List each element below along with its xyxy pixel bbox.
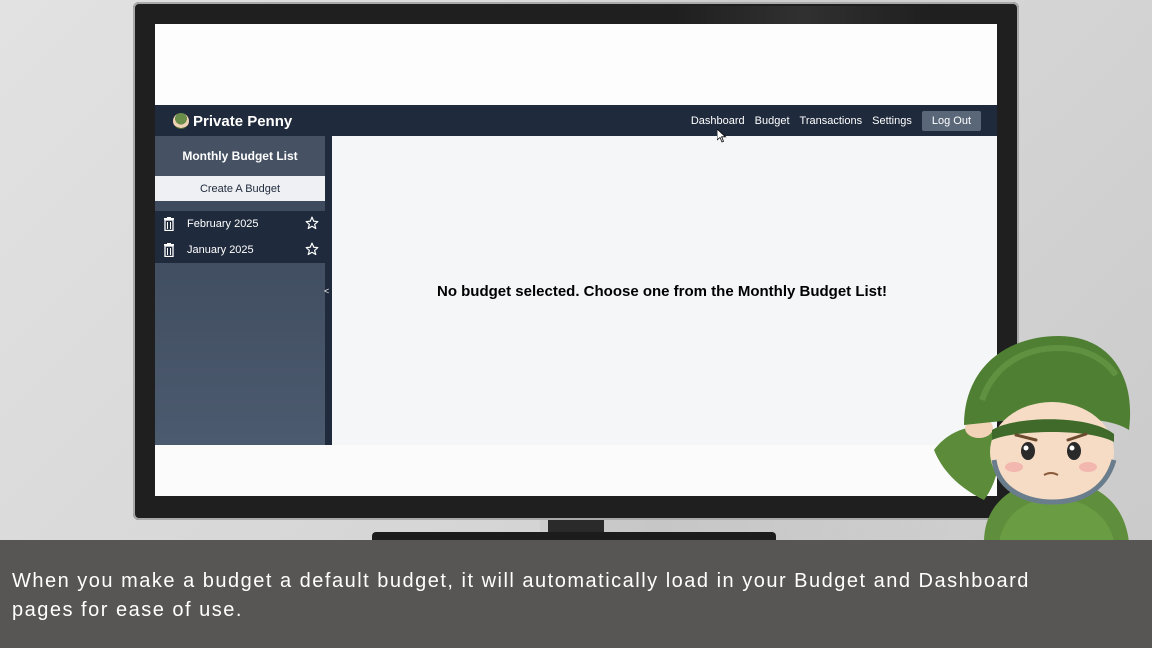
trash-icon[interactable] [163,243,175,257]
nav-transactions[interactable]: Transactions [800,115,863,127]
monitor-sheen [673,6,933,26]
caption-bar: When you make a budget a default budget,… [0,540,1152,648]
soldier-logo-icon [173,113,189,129]
create-budget-button[interactable]: Create A Budget [155,176,325,201]
budget-item-february-2025[interactable]: February 2025 [155,211,325,237]
collapse-arrow-icon[interactable]: < [324,286,329,296]
sidebar-title: Monthly Budget List [155,136,325,176]
brand[interactable]: Private Penny [173,110,292,132]
logout-button[interactable]: Log Out [921,111,981,131]
monitor-screen: Private Penny Dashboard Budget Transacti… [155,24,997,496]
brand-name: Private Penny [193,112,293,130]
app-navbar: Private Penny Dashboard Budget Transacti… [155,105,997,136]
caption-text: When you make a budget a default budget,… [12,570,1030,621]
nav-links: Dashboard Budget Transactions Settings L… [691,110,981,132]
soldier-mascot [934,336,1131,542]
mouse-cursor-icon [717,129,727,143]
main-content: No budget selected. Choose one from the … [332,136,997,445]
budget-item-label: January 2025 [187,244,254,256]
nav-budget[interactable]: Budget [755,115,790,127]
star-icon[interactable] [305,242,319,256]
empty-state-message: No budget selected. Choose one from the … [436,283,887,300]
trash-icon[interactable] [163,217,175,231]
budget-sidebar: Monthly Budget List Create A Budget Febr… [155,136,325,445]
nav-dashboard[interactable]: Dashboard [691,115,745,127]
screen-top-area [155,24,997,105]
screen-bottom-area [155,445,997,496]
budget-item-january-2025[interactable]: January 2025 [155,237,325,263]
budget-item-label: February 2025 [187,218,259,230]
budget-list: February 2025 January 2025 [155,211,325,263]
nav-settings[interactable]: Settings [872,115,912,127]
star-icon[interactable] [305,216,319,230]
